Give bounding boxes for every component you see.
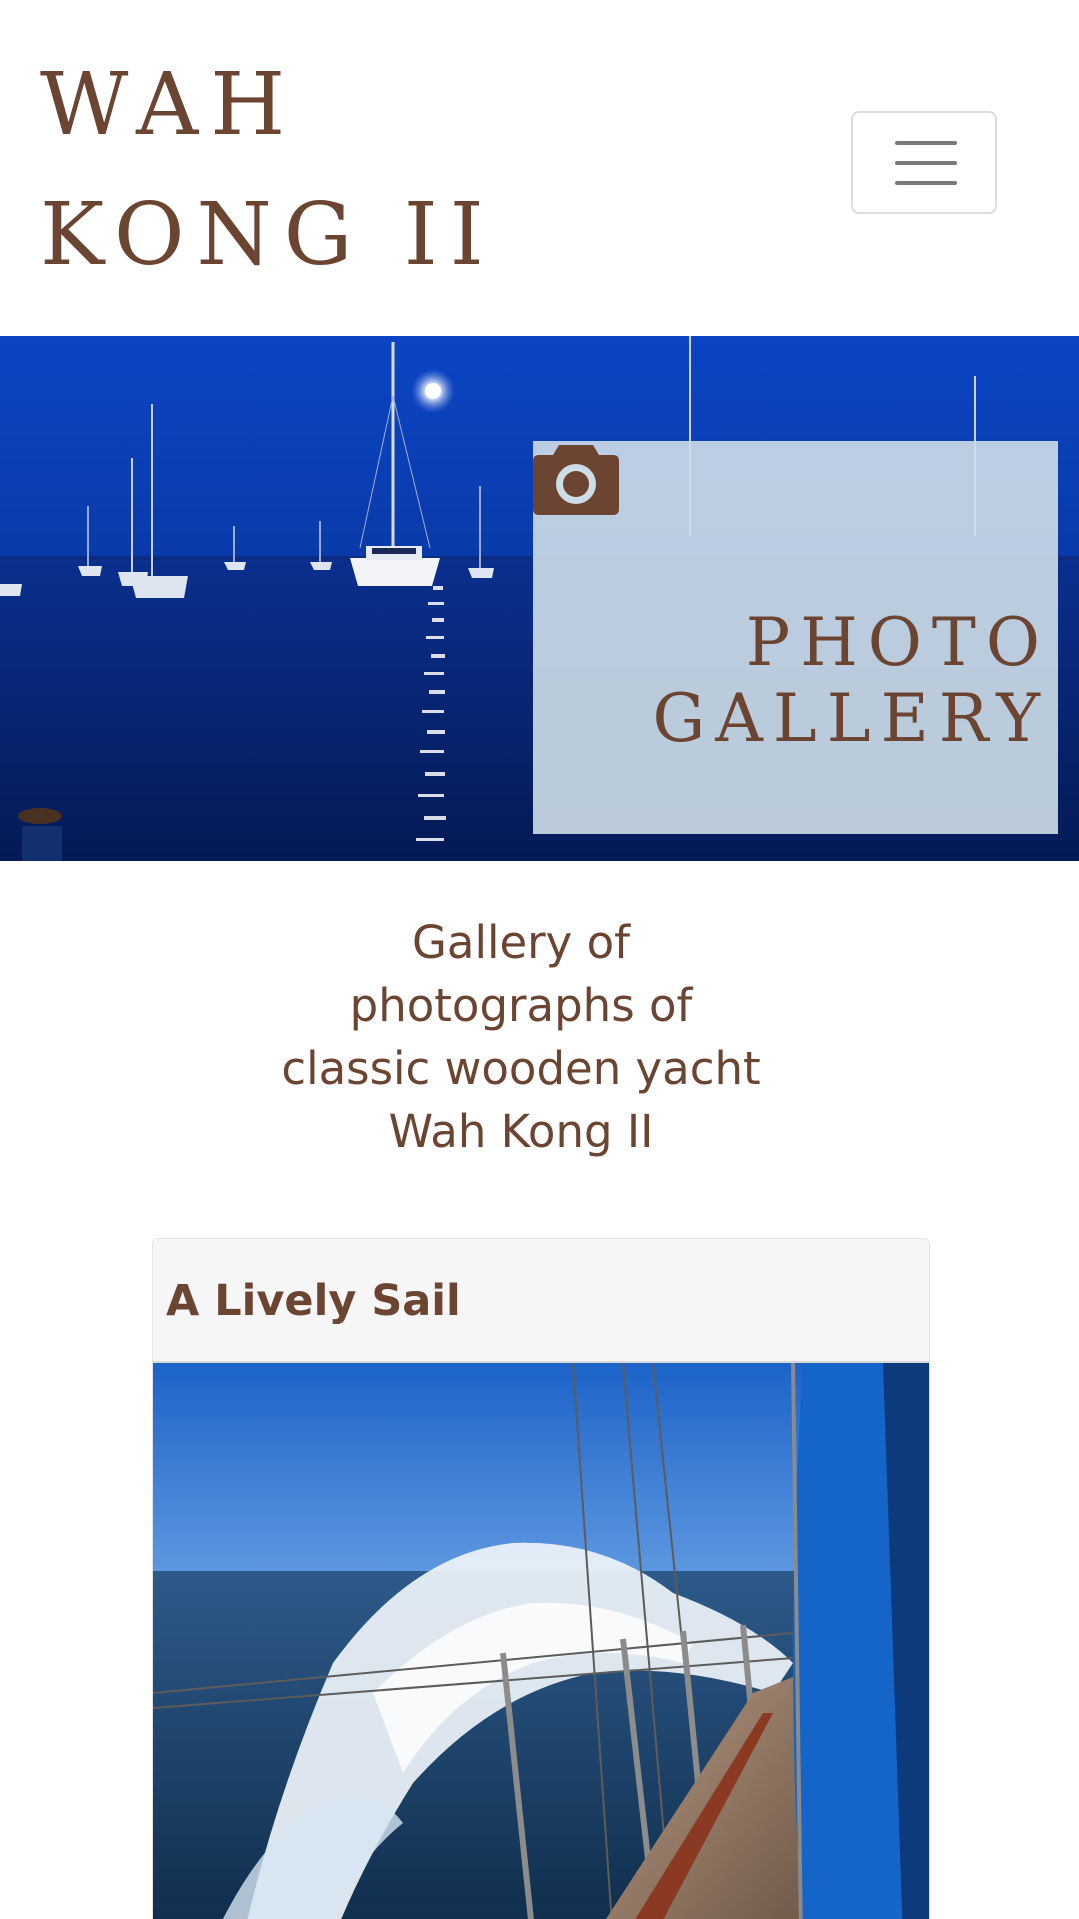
gallery-card-header: A Lively Sail (153, 1239, 929, 1363)
hero-title-line-1: PHOTO (745, 604, 1050, 681)
camera-icon (533, 445, 619, 515)
gallery-card: A Lively Sail (152, 1238, 930, 1919)
lively-sail-photo (153, 1363, 929, 1919)
brand-line-1: WAH (40, 55, 298, 155)
brand-line-2: KONG II (40, 185, 496, 285)
gallery-card-title: A Lively Sail (166, 1276, 461, 1326)
hero-title: PHOTO GALLERY (653, 605, 1050, 757)
hero-title-line-2: GALLERY (652, 680, 1050, 757)
nav-menu-toggle-button[interactable] (851, 111, 997, 214)
site-brand-link[interactable]: WAH KONG II (40, 40, 600, 300)
hero-banner: PHOTO GALLERY (0, 336, 1079, 861)
site-header: WAH KONG II (0, 0, 1079, 336)
photo-gallery-panel: PHOTO GALLERY (533, 441, 1058, 834)
gallery-card-photo[interactable] (153, 1363, 929, 1919)
gallery-intro-text: Gallery of photographs of classic wooden… (281, 916, 761, 1158)
